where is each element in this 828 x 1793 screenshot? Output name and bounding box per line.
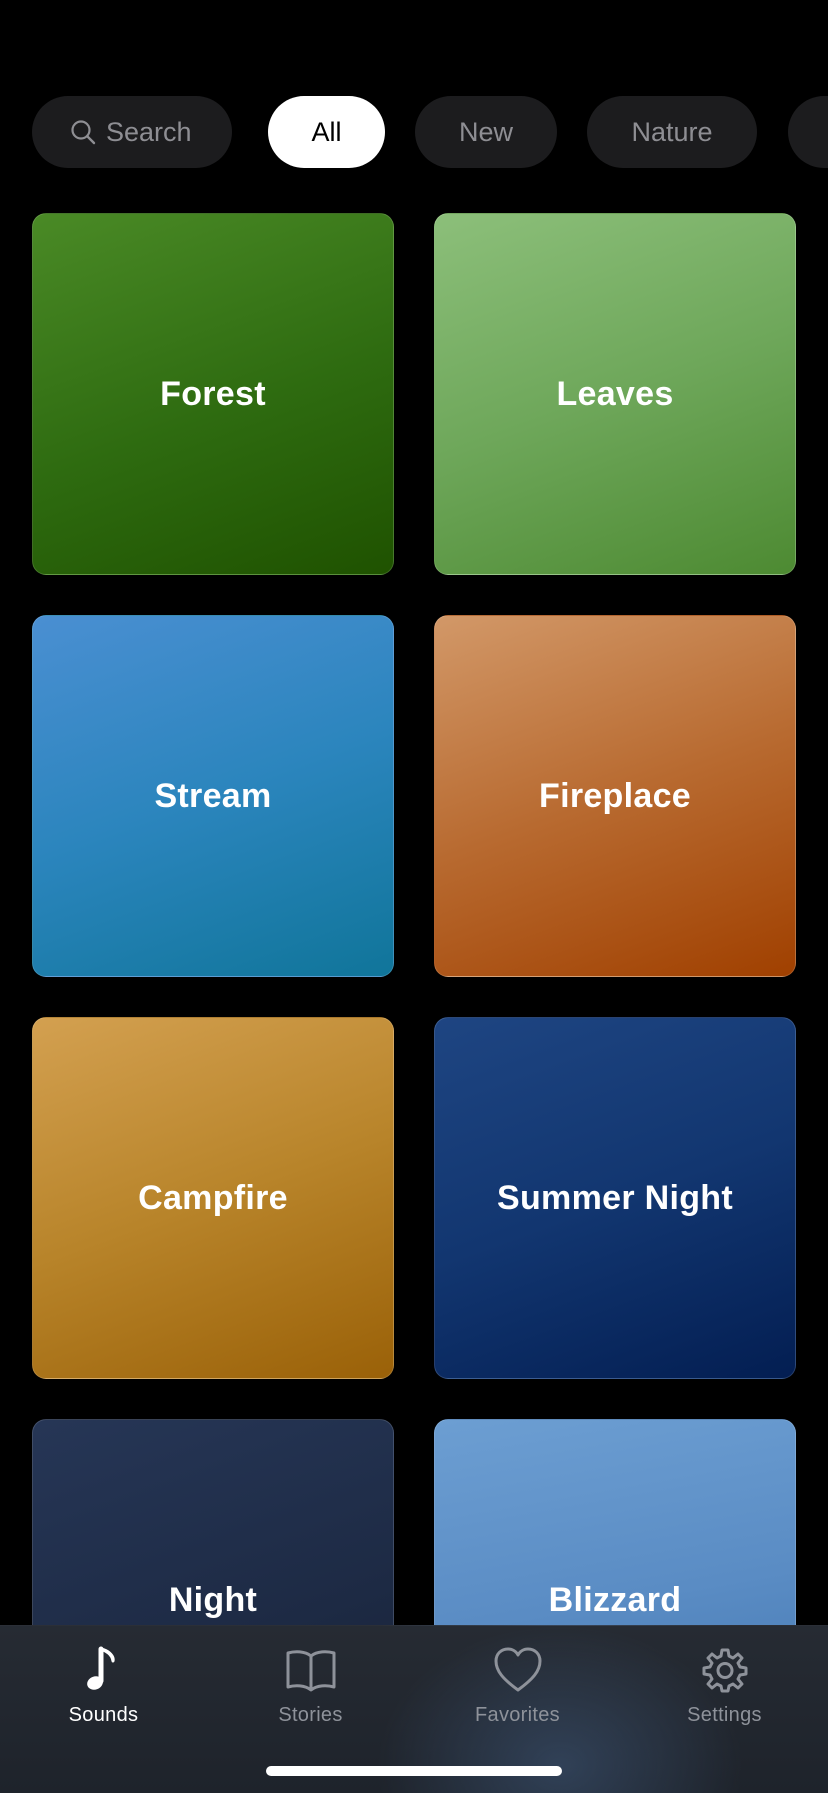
tab-stories[interactable]: Stories <box>207 1642 414 1742</box>
sound-tile-label: Campfire <box>138 1178 288 1217</box>
home-indicator <box>266 1766 562 1776</box>
sound-tile-label: Summer Night <box>497 1178 733 1217</box>
music-note-icon <box>84 1642 124 1698</box>
tab-sounds[interactable]: Sounds <box>0 1642 207 1742</box>
filter-chip-bar: Search All New Nature <box>0 96 828 168</box>
sound-tile-fireplace[interactable]: Fireplace <box>434 615 796 977</box>
tab-label: Settings <box>687 1704 762 1726</box>
filter-chip-label: Nature <box>631 116 713 147</box>
sound-tile-label: Blizzard <box>548 1580 682 1619</box>
filter-chip-label: New <box>458 116 513 147</box>
sound-tile-label: Night <box>168 1580 258 1619</box>
search-chip[interactable]: Search <box>32 96 232 168</box>
filter-chip-nature[interactable]: Nature <box>587 96 757 168</box>
tab-label: Sounds <box>68 1704 139 1726</box>
sound-tile-leaves[interactable]: Leaves <box>434 213 796 575</box>
book-icon <box>285 1642 337 1698</box>
sound-tile-forest[interactable]: Forest <box>32 213 394 575</box>
filter-chip-label: All <box>311 116 342 147</box>
heart-icon <box>493 1642 543 1698</box>
tab-settings[interactable]: Settings <box>621 1642 828 1742</box>
tab-label: Stories <box>278 1704 343 1726</box>
tab-favorites[interactable]: Favorites <box>414 1642 621 1742</box>
search-chip-label: Search <box>106 116 192 147</box>
filter-chip-all[interactable]: All <box>268 96 385 168</box>
sound-tile-label: Leaves <box>556 374 674 413</box>
sound-tile-stream[interactable]: Stream <box>32 615 394 977</box>
sound-tile-campfire[interactable]: Campfire <box>32 1017 394 1379</box>
sound-tile-label: Stream <box>154 776 272 815</box>
tab-label: Favorites <box>475 1704 560 1726</box>
sound-tile-summer-night[interactable]: Summer Night <box>434 1017 796 1379</box>
search-icon <box>70 119 96 145</box>
sound-tile-label: Fireplace <box>539 776 691 815</box>
gear-icon <box>702 1642 748 1698</box>
filter-chip-more[interactable] <box>788 96 828 168</box>
filter-chip-new[interactable]: New <box>415 96 557 168</box>
sound-tile-label: Forest <box>160 374 266 413</box>
